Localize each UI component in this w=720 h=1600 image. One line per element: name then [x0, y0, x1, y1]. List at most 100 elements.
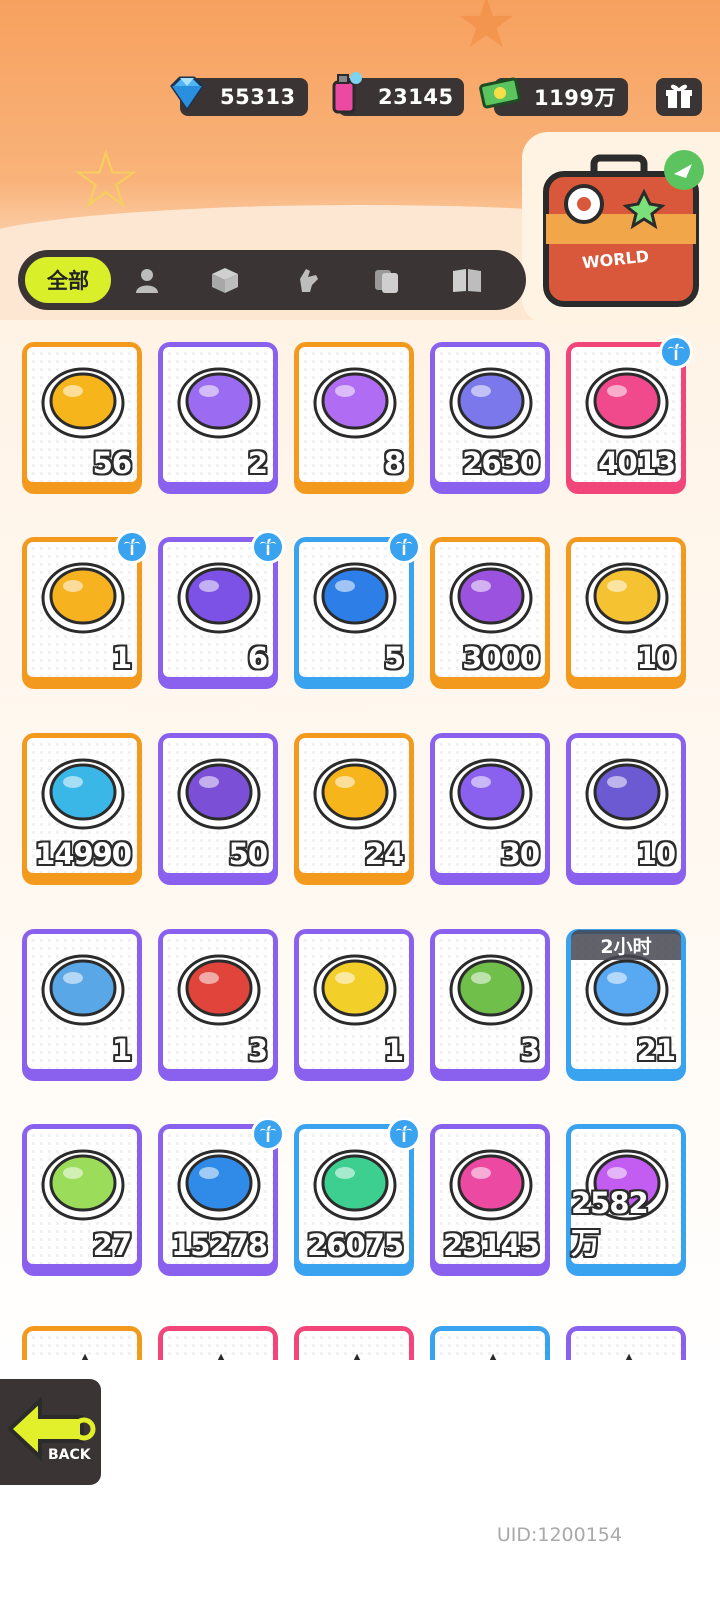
- item-card-season-pass-ticket[interactable]: 14990: [22, 733, 142, 885]
- chick-mpets-ball-icon: [313, 954, 397, 1026]
- item-card-paint-tube-green[interactable]: 26075: [294, 1117, 421, 1276]
- item-count: 27: [92, 1228, 132, 1262]
- spray-counter[interactable]: 23145: [332, 72, 464, 116]
- travel-card-puzzle-icon: [585, 758, 669, 830]
- item-count: 21: [636, 1033, 676, 1067]
- palm-tree-icon: [396, 1125, 412, 1142]
- item-card-pink-crayon[interactable]: 4013: [566, 335, 693, 494]
- yellow-crayon-icon: [41, 562, 125, 634]
- purple-ticket-icon: [177, 367, 261, 439]
- item-count: 3000: [462, 641, 540, 675]
- item-count: 8: [383, 446, 404, 480]
- timer-badge: 2小时: [571, 930, 681, 960]
- fish-mpets-ball-icon: [41, 954, 125, 1026]
- purple-deity-puzzle-icon: [449, 758, 533, 830]
- item-count: 10: [636, 837, 676, 871]
- item-count: 15278: [171, 1228, 268, 1262]
- item-card-yellow-crayon[interactable]: 1: [22, 530, 149, 689]
- palm-badge: [115, 530, 149, 564]
- palm-badge: [387, 530, 421, 564]
- book-icon: [453, 269, 481, 292]
- gift-button[interactable]: [656, 78, 702, 116]
- star-burst-badge-icon: [585, 562, 669, 634]
- item-card-blue-spray-can[interactable]: 15278: [158, 1117, 285, 1276]
- item-count: 14990: [35, 837, 132, 871]
- blue-crystal-star-icon: [449, 367, 533, 439]
- item-card-gold-ticket[interactable]: 56: [22, 342, 142, 494]
- palm-tree-icon: [260, 538, 276, 555]
- item-card-rainbow-paint-tube[interactable]: 2582万: [566, 1124, 686, 1276]
- item-card-purple-crayon[interactable]: 6: [158, 530, 285, 689]
- item-card-crab-mpets-ball[interactable]: 3: [158, 929, 278, 1081]
- item-count: 1: [383, 1033, 404, 1067]
- item-card-alarm-clock[interactable]: 2小时 21: [566, 929, 686, 1081]
- mystery-egg-icon: [177, 758, 261, 830]
- item-card-pink-spray-can[interactable]: 23145: [430, 1124, 550, 1276]
- back-button[interactable]: BACK: [0, 1376, 104, 1488]
- item-card-travel-card-puzzle[interactable]: 10: [566, 733, 686, 885]
- item-count: 2582万: [571, 1186, 649, 1260]
- decor-star-icon: ★: [455, 0, 518, 64]
- gold-ticket-icon: [41, 367, 125, 439]
- item-count: 6: [247, 641, 268, 675]
- diamond-icon: [170, 76, 204, 111]
- blue-spray-can-icon: [177, 1149, 261, 1221]
- item-count: 1: [111, 1033, 132, 1067]
- palm-badge: [251, 1117, 285, 1151]
- tab-items[interactable]: [206, 262, 244, 298]
- item-count: 5: [383, 641, 404, 675]
- tab-cards[interactable]: [368, 262, 406, 298]
- item-card-sprout-mpets-ball[interactable]: 3: [430, 929, 550, 1081]
- item-card-gold-deity-puzzle[interactable]: 24: [294, 733, 414, 885]
- decor-star-icon: ☆: [70, 133, 142, 226]
- item-count: 23145: [443, 1228, 540, 1262]
- tab-gestures[interactable]: [288, 262, 326, 298]
- palm-tree-icon: [124, 538, 140, 555]
- item-count: 56: [92, 446, 132, 480]
- item-card-purple-ticket[interactable]: 2: [158, 342, 278, 494]
- back-arrow-icon: [7, 1396, 96, 1462]
- gold-deity-puzzle-icon: [313, 758, 397, 830]
- item-count: 30: [500, 837, 540, 871]
- back-label: BACK: [48, 1447, 91, 1463]
- travel-button[interactable]: WORLD: [522, 132, 720, 324]
- item-card-blue-crayon[interactable]: 5: [294, 530, 421, 689]
- tab-all[interactable]: 全部: [22, 254, 114, 306]
- palm-tree-icon: [260, 1125, 276, 1142]
- item-card-blue-crystal-star[interactable]: 2630: [430, 342, 550, 494]
- blue-crayon-icon: [313, 562, 397, 634]
- item-count: 2630: [462, 446, 540, 480]
- category-tab-bar: 全部: [18, 250, 526, 310]
- diamond-counter[interactable]: 55313: [170, 76, 308, 116]
- gift-icon: [666, 84, 692, 108]
- item-count: 10: [636, 641, 676, 675]
- cards-icon: [375, 270, 398, 293]
- tab-album[interactable]: [448, 262, 486, 298]
- hand-gesture-icon: [300, 269, 318, 292]
- bottom-area: [0, 1360, 720, 1600]
- cash-counter[interactable]: 1199万: [479, 77, 628, 116]
- palm-badge: [251, 530, 285, 564]
- item-count: 50: [228, 837, 268, 871]
- item-card-star-burst-badge[interactable]: 10: [566, 537, 686, 689]
- person-icon: [136, 269, 158, 293]
- item-card-mystery-egg[interactable]: 50: [158, 733, 278, 885]
- tab-character[interactable]: [128, 262, 166, 298]
- item-count: 2: [247, 446, 268, 480]
- travel-suitcase-icon: [543, 150, 704, 307]
- item-card-fish-mpets-ball[interactable]: 1: [22, 929, 142, 1081]
- item-card-chick-mpets-ball[interactable]: 1: [294, 929, 414, 1081]
- rainbow-shard-icon: [313, 367, 397, 439]
- item-card-rainbow-shard[interactable]: 8: [294, 342, 414, 494]
- crab-mpets-ball-icon: [177, 954, 261, 1026]
- palm-badge: [387, 1117, 421, 1151]
- season-pass-ticket-icon: [41, 758, 125, 830]
- item-count: 24: [364, 837, 404, 871]
- palm-badge: [659, 335, 693, 369]
- item-card-cool-sticker-badge[interactable]: 3000: [430, 537, 550, 689]
- cool-sticker-badge-icon: [449, 562, 533, 634]
- item-card-open-cup[interactable]: 27: [22, 1124, 142, 1276]
- tab-all-label: 全部: [47, 269, 89, 293]
- sprout-mpets-ball-icon: [449, 954, 533, 1026]
- item-card-purple-deity-puzzle[interactable]: 30: [430, 733, 550, 885]
